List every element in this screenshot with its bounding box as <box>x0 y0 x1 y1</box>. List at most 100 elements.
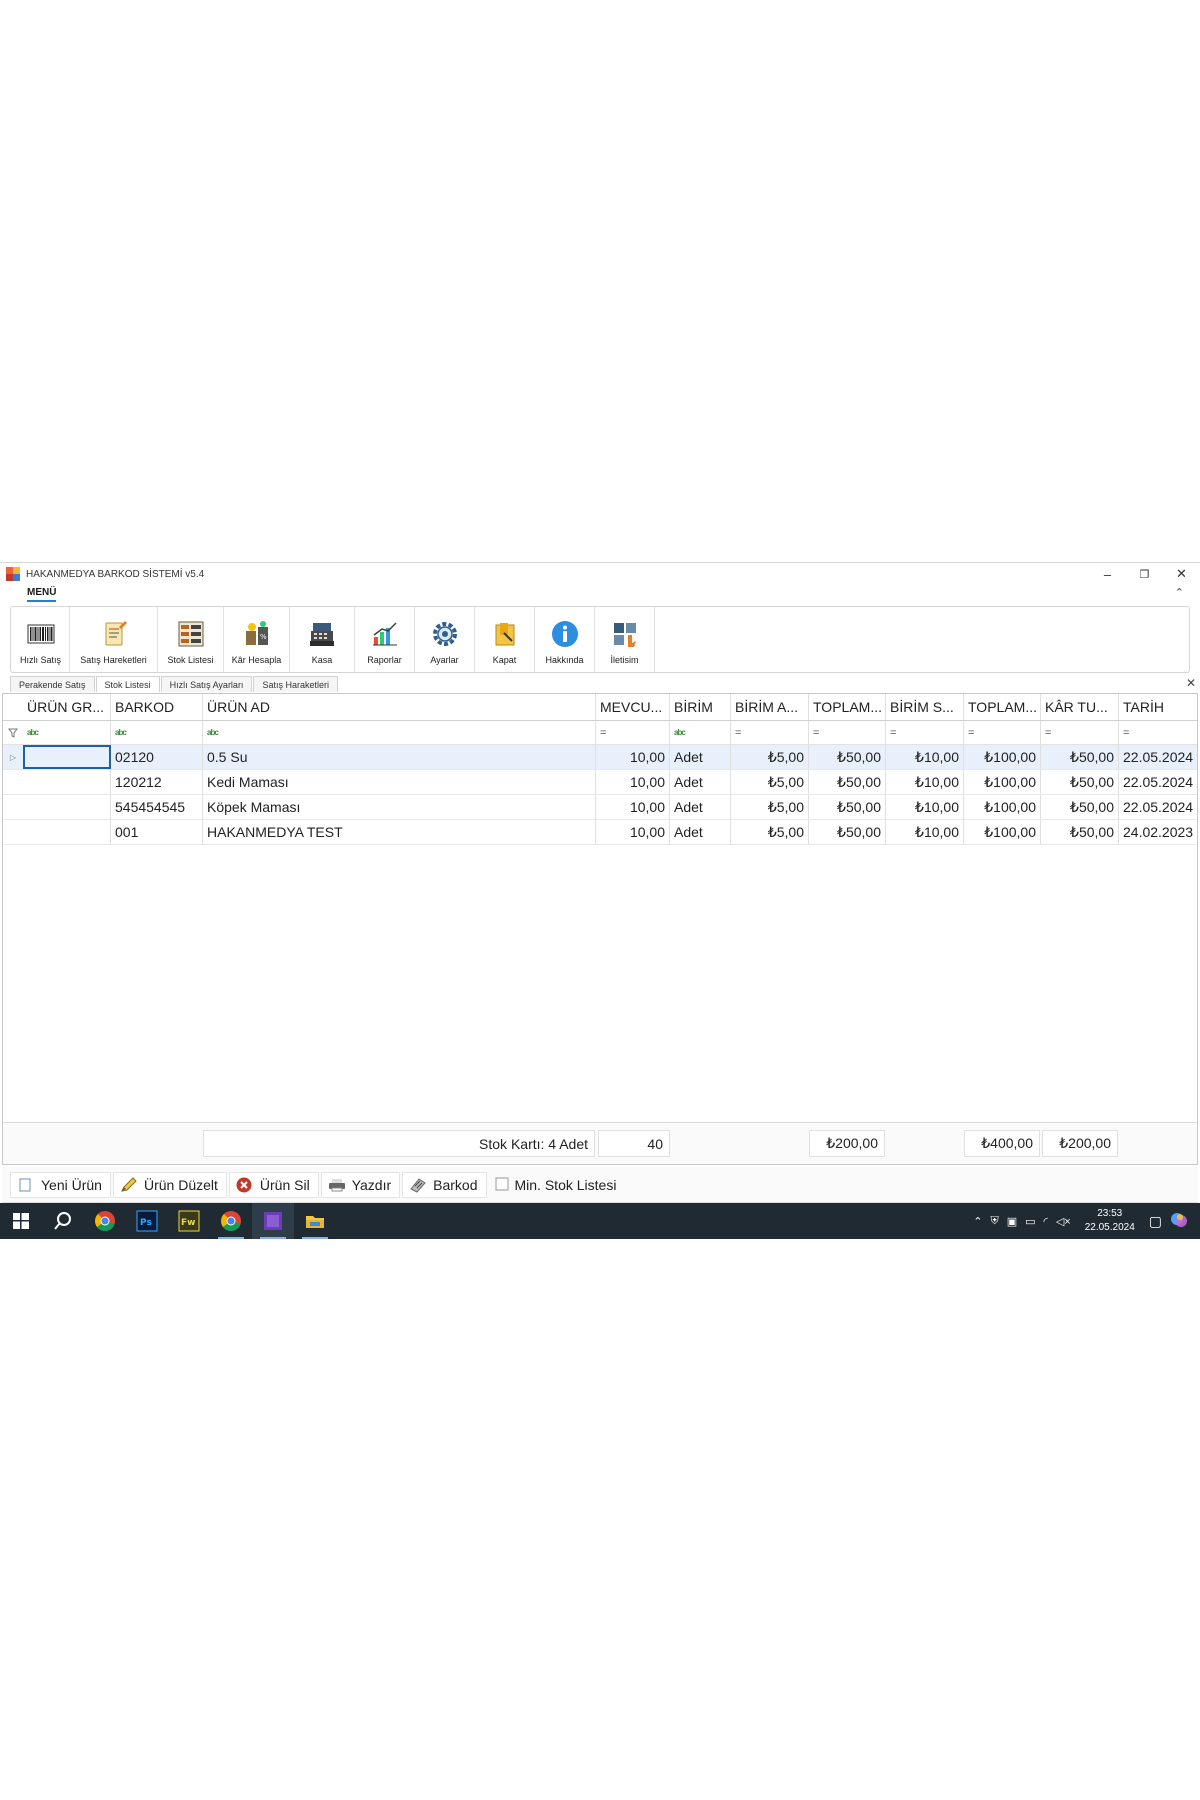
table-cell[interactable]: Adet <box>670 745 731 769</box>
table-cell[interactable]: ₺10,00 <box>886 745 964 769</box>
table-cell[interactable]: Adet <box>670 770 731 794</box>
visual-studio-icon[interactable] <box>252 1203 294 1239</box>
notifications-icon[interactable]: ▢ <box>1149 1213 1162 1230</box>
filter-cell[interactable]: abc <box>203 721 596 744</box>
ribbon-ayarlar-button[interactable]: Ayarlar <box>415 607 475 672</box>
minimize-button[interactable]: – <box>1089 563 1126 585</box>
table-cell[interactable]: ₺10,00 <box>886 820 964 844</box>
fireworks-icon[interactable]: Fw <box>168 1203 210 1239</box>
table-row[interactable]: 001 HAKANMEDYA TEST 10,00 Adet ₺5,00 ₺50,00 ₺1… <box>3 820 1197 845</box>
column-header[interactable]: TOPLAM... <box>964 694 1041 720</box>
table-cell[interactable] <box>23 820 111 844</box>
windows-start-icon[interactable] <box>0 1203 42 1239</box>
table-cell[interactable]: 24.02.2023 <box>1119 820 1197 844</box>
filter-cell[interactable]: abc <box>23 721 111 744</box>
column-header[interactable]: BİRİM <box>670 694 731 720</box>
chevron-up-icon[interactable]: ⌃ <box>973 1215 982 1228</box>
table-cell[interactable]: 22.05.2024 <box>1119 745 1197 769</box>
display-icon[interactable]: ▣ <box>1007 1215 1017 1228</box>
filter-cell[interactable]: = <box>731 721 809 744</box>
file-explorer-icon[interactable] <box>294 1203 336 1239</box>
column-header[interactable]: BARKOD <box>111 694 203 720</box>
filter-cell[interactable]: = <box>596 721 670 744</box>
table-cell[interactable]: ₺50,00 <box>1041 795 1119 819</box>
chrome-icon[interactable] <box>84 1203 126 1239</box>
table-cell[interactable]: Adet <box>670 820 731 844</box>
table-row[interactable]: 545454545 Köpek Maması 10,00 Adet ₺5,00 ₺50,0… <box>3 795 1197 820</box>
table-row[interactable]: 120212 Kedi Maması 10,00 Adet ₺5,00 ₺50,00 ₺10… <box>3 770 1197 795</box>
table-cell[interactable]: ₺10,00 <box>886 795 964 819</box>
table-cell[interactable]: ₺100,00 <box>964 745 1041 769</box>
filter-cell[interactable]: = <box>809 721 886 744</box>
barkod-button[interactable]: Barkod <box>402 1171 487 1198</box>
photoshop-icon[interactable]: Ps <box>126 1203 168 1239</box>
table-cell[interactable]: ₺100,00 <box>964 770 1041 794</box>
ribbon-iletisim-button[interactable]: İletisim <box>595 607 655 672</box>
table-cell[interactable]: ₺50,00 <box>1041 820 1119 844</box>
urun-duzelt-button[interactable]: Ürün Düzelt <box>112 1171 227 1198</box>
ribbon-satis-hareketleri-button[interactable]: Satış Hareketleri <box>70 607 158 672</box>
table-cell[interactable]: Kedi Maması <box>203 770 596 794</box>
table-cell[interactable]: 0.5 Su <box>203 745 596 769</box>
table-cell[interactable]: ₺5,00 <box>731 820 809 844</box>
column-header[interactable]: TARİH <box>1119 694 1197 720</box>
search-icon[interactable] <box>42 1203 84 1239</box>
table-cell[interactable]: 22.05.2024 <box>1119 795 1197 819</box>
ribbon-hakkinda-button[interactable]: Hakkında <box>535 607 595 672</box>
table-cell[interactable]: ₺50,00 <box>809 795 886 819</box>
restore-button[interactable]: ❐ <box>1126 563 1163 585</box>
table-cell[interactable]: 02120 <box>111 745 203 769</box>
table-cell[interactable] <box>23 795 111 819</box>
table-cell[interactable]: ₺5,00 <box>731 745 809 769</box>
table-row[interactable]: ▷ 02120 0.5 Su 10,00 Adet ₺5,00 ₺50,00 ₺10,00 ₺1… <box>3 745 1197 770</box>
table-cell[interactable]: HAKANMEDYA TEST <box>203 820 596 844</box>
table-cell[interactable]: 10,00 <box>596 745 670 769</box>
clock[interactable]: 23:53 22.05.2024 <box>1085 1207 1135 1235</box>
filter-cell[interactable]: = <box>886 721 964 744</box>
table-cell[interactable]: ₺50,00 <box>809 820 886 844</box>
table-cell[interactable]: 001 <box>111 820 203 844</box>
filter-cell[interactable]: = <box>1041 721 1119 744</box>
close-window-button[interactable]: ✕ <box>1163 563 1200 585</box>
table-cell[interactable]: 10,00 <box>596 795 670 819</box>
column-header[interactable]: ÜRÜN GR... <box>23 694 111 720</box>
wifi-icon[interactable]: ◜ <box>1044 1215 1048 1228</box>
table-cell[interactable]: ₺50,00 <box>1041 745 1119 769</box>
ribbon-kasa-button[interactable]: Kasa <box>290 607 355 672</box>
ribbon-raporlar-button[interactable]: Raporlar <box>355 607 415 672</box>
tab-perakende-satis[interactable]: Perakende Satış <box>10 676 95 692</box>
tab-satis-haraketleri[interactable]: Satış Haraketleri <box>253 676 338 692</box>
min-stok-listesi-checkbox[interactable]: Min. Stok Listesi <box>489 1172 625 1198</box>
ribbon-stok-listesi-button[interactable]: Stok Listesi <box>158 607 224 672</box>
table-cell[interactable]: 22.05.2024 <box>1119 770 1197 794</box>
close-tab-button[interactable]: ✕ <box>1186 676 1196 690</box>
table-cell[interactable]: Adet <box>670 795 731 819</box>
yeni-urun-button[interactable]: Yeni Ürün <box>10 1171 111 1198</box>
table-cell[interactable]: 120212 <box>111 770 203 794</box>
column-header[interactable]: MEVCU... <box>596 694 670 720</box>
ribbon-hizli-satis-button[interactable]: Hızlı Satış <box>12 607 70 672</box>
table-cell[interactable] <box>23 770 111 794</box>
table-cell[interactable]: Köpek Maması <box>203 795 596 819</box>
table-cell[interactable]: ₺100,00 <box>964 795 1041 819</box>
table-cell[interactable] <box>23 745 111 769</box>
yazdir-button[interactable]: Yazdır <box>320 1171 401 1198</box>
tab-stok-listesi[interactable]: Stok Listesi <box>95 676 160 692</box>
filter-cell[interactable]: = <box>964 721 1041 744</box>
filter-cell[interactable]: abc <box>670 721 731 744</box>
column-header[interactable]: ÜRÜN AD <box>203 694 596 720</box>
chrome-icon[interactable] <box>210 1203 252 1239</box>
table-cell[interactable]: ₺10,00 <box>886 770 964 794</box>
table-cell[interactable]: ₺50,00 <box>1041 770 1119 794</box>
filter-cell[interactable]: abc <box>111 721 203 744</box>
column-header[interactable]: BİRİM S... <box>886 694 964 720</box>
collapse-ribbon-button[interactable]: ⌃ <box>1175 586 1184 599</box>
table-cell[interactable]: ₺5,00 <box>731 795 809 819</box>
table-cell[interactable]: ₺50,00 <box>809 770 886 794</box>
menu-tab[interactable]: MENÜ <box>27 587 57 602</box>
defender-icon[interactable]: ⛨ <box>990 1215 998 1228</box>
filter-cell[interactable]: = <box>1119 721 1197 744</box>
ribbon-kapat-button[interactable]: Kapat <box>475 607 535 672</box>
table-cell[interactable]: 10,00 <box>596 770 670 794</box>
column-header[interactable]: BİRİM A... <box>731 694 809 720</box>
